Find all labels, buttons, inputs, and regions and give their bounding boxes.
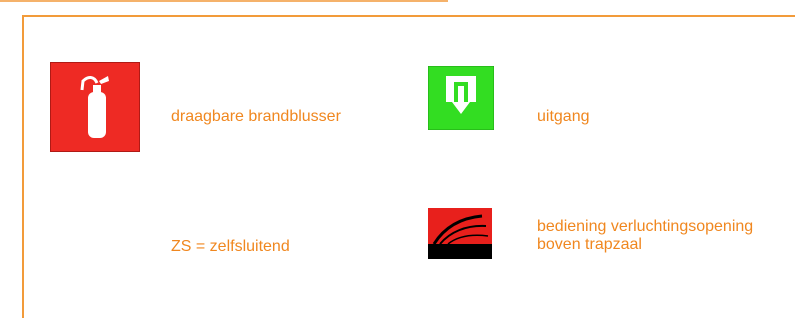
exit-icon <box>428 66 494 130</box>
legend-label-vent-line-2: boven trapzaal <box>537 236 642 253</box>
panel-border-top <box>22 15 795 17</box>
fire-extinguisher-icon <box>50 62 140 152</box>
legend-label-zs: ZS = zelfsluitend <box>171 238 290 255</box>
smoke-vent-control-icon <box>428 208 492 259</box>
top-divider <box>0 0 448 2</box>
legend-label-extinguisher: draagbare brandblusser <box>171 108 341 125</box>
legend-panel: draagbare brandblusser uitgang ZS = zelf… <box>0 0 795 318</box>
legend-label-vent-line-1: bediening verluchtingsopening <box>537 218 754 235</box>
legend-label-exit: uitgang <box>537 108 590 125</box>
panel-border-left <box>22 15 24 318</box>
